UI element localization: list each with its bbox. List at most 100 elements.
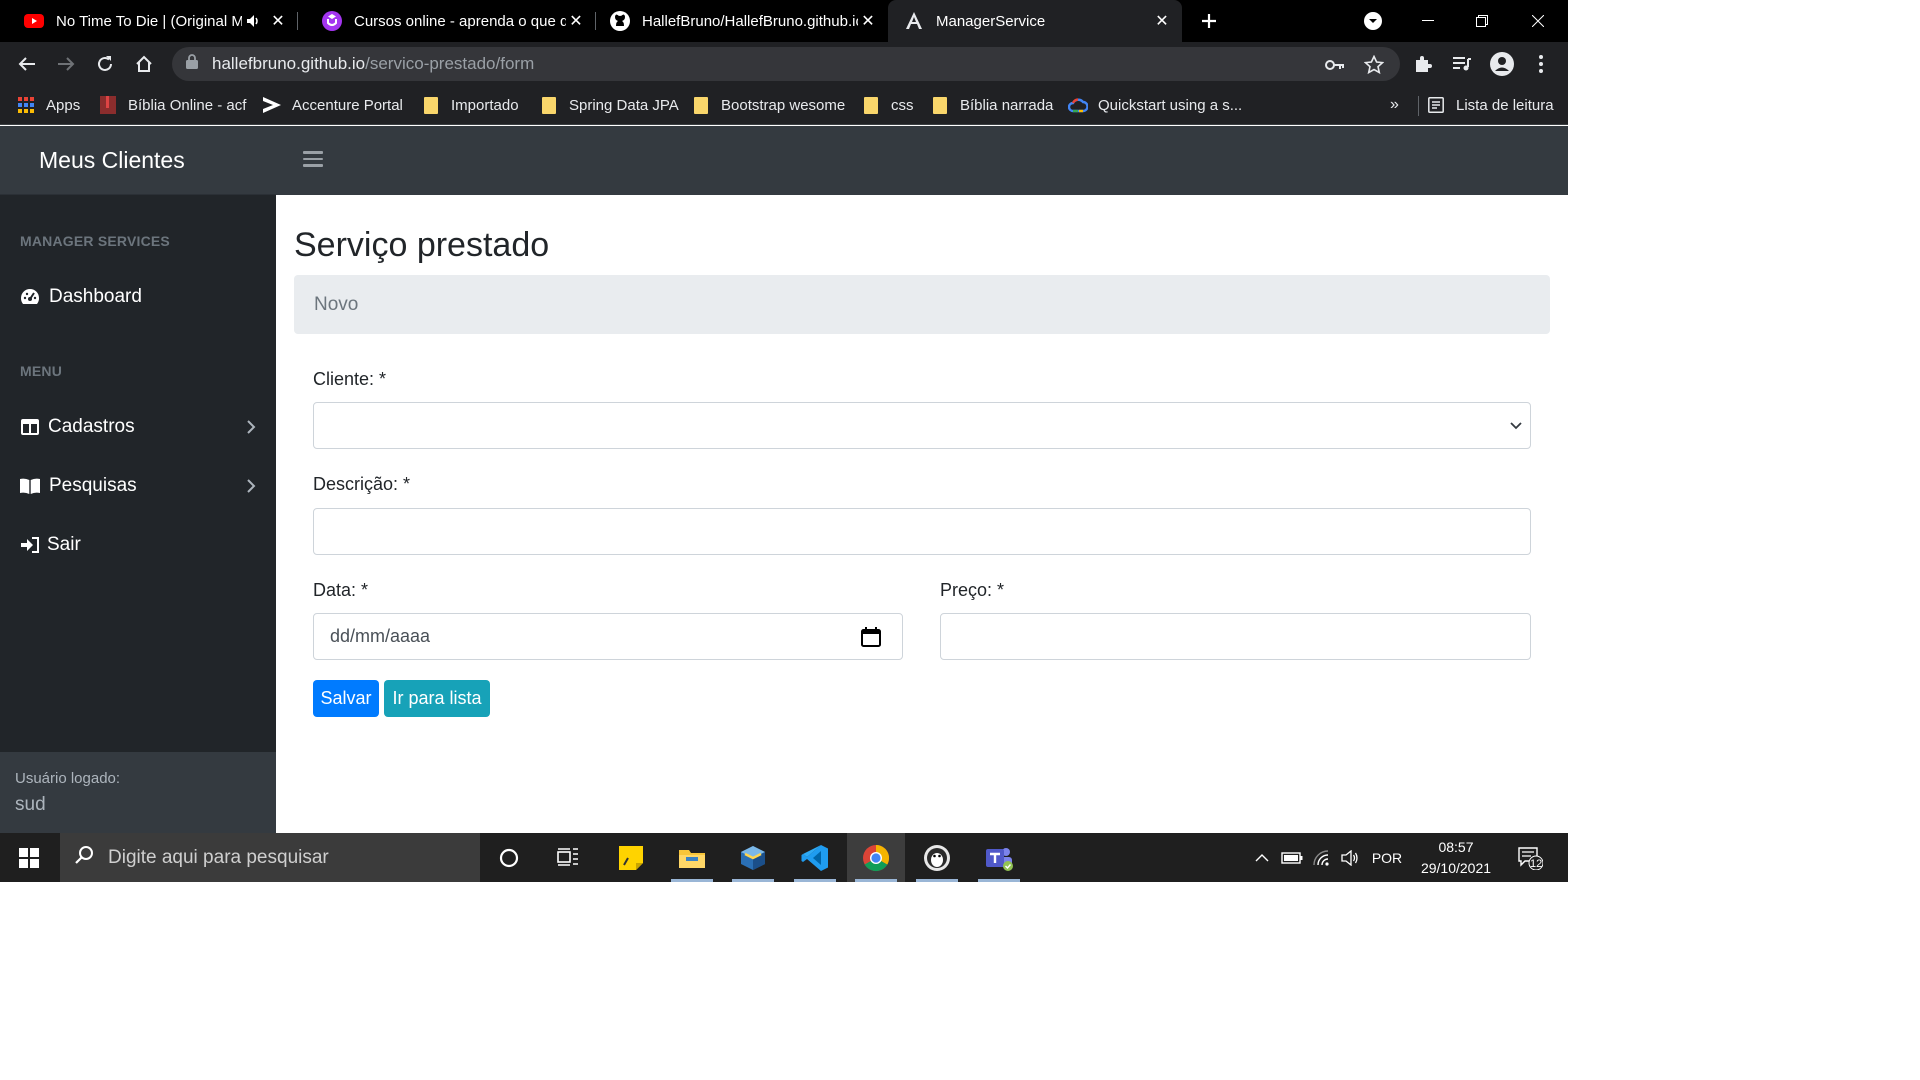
network-button[interactable]	[1310, 833, 1334, 882]
close-tab-icon[interactable]: ✕	[268, 11, 288, 31]
forward-button[interactable]	[51, 49, 81, 79]
bookmark-label: Apps	[46, 96, 81, 114]
windows-start-button[interactable]	[0, 833, 58, 882]
close-tab-icon[interactable]: ✕	[858, 11, 878, 31]
back-button[interactable]	[12, 49, 42, 79]
bookmark-star-icon[interactable]	[1363, 54, 1385, 76]
volume-button[interactable]	[1338, 833, 1362, 882]
sign-in-icon	[20, 535, 40, 555]
sidebar-toggle-icon[interactable]	[303, 151, 323, 169]
taskbar-sticky-notes[interactable]	[602, 833, 660, 882]
taskbar-search-box[interactable]: Digite aqui para pesquisar	[60, 833, 480, 882]
reload-button[interactable]	[90, 49, 120, 79]
udemy-icon	[322, 11, 342, 31]
bookmark-accenture[interactable]: Accenture Portal	[262, 94, 403, 116]
app-running-indicator	[855, 879, 897, 882]
youtube-icon	[24, 11, 44, 31]
battery-button[interactable]	[1279, 833, 1305, 882]
speaker-icon	[1341, 849, 1358, 866]
cliente-select[interactable]	[313, 402, 1531, 449]
bookmark-folder-spring[interactable]: Spring Data JPA	[541, 94, 679, 116]
taskbar-teams[interactable]	[970, 833, 1028, 882]
sidebar-item-label: Pesquisas	[49, 475, 137, 496]
close-tab-icon[interactable]: ✕	[566, 11, 586, 31]
new-tab-button[interactable]	[1196, 8, 1222, 34]
sidebar-item-sair[interactable]: Sair	[20, 530, 260, 560]
chrome-icon	[863, 844, 890, 871]
sidebar-item-cadastros[interactable]: Cadastros	[20, 412, 260, 442]
audio-playing-icon[interactable]	[246, 11, 262, 31]
vscode-icon	[801, 844, 828, 871]
bookmark-label: Quickstart using a s...	[1098, 96, 1243, 114]
browser-menu-icon[interactable]	[1528, 51, 1554, 77]
tab-title: HallefBruno/HallefBruno.github.io	[642, 12, 858, 30]
bookmark-folder-importado[interactable]: Importado	[423, 94, 519, 116]
descricao-input[interactable]	[313, 508, 1531, 555]
taskbar-eclipse-app[interactable]	[908, 833, 966, 882]
bookmarks-overflow-button[interactable]: »	[1390, 94, 1399, 116]
breadcrumb-item: Novo	[314, 293, 359, 315]
clock-date: 29/10/2021	[1420, 860, 1492, 876]
reading-list-button[interactable]: Lista de leitura	[1428, 94, 1554, 116]
tab-search-button[interactable]	[1347, 0, 1399, 42]
page-title: Serviço prestado	[294, 226, 550, 264]
tab-title: Cursos online - aprenda o que qu	[354, 12, 566, 30]
logged-user-label: Usuário logado:	[15, 770, 121, 787]
logged-user-name: sud	[15, 794, 46, 815]
calendar-icon[interactable]	[860, 626, 882, 648]
app-running-indicator	[732, 879, 774, 882]
lock-icon[interactable]	[186, 54, 198, 74]
input-language-button[interactable]: POR	[1366, 833, 1408, 882]
taskbar-file-explorer[interactable]	[663, 833, 721, 882]
sidebar-item-dashboard[interactable]: Dashboard	[20, 282, 260, 312]
tab-udemy[interactable]: Cursos online - aprenda o que qu ✕	[298, 0, 596, 42]
bible-book-icon	[100, 96, 116, 114]
action-center-button[interactable]: 12	[1508, 833, 1552, 882]
close-tab-icon[interactable]: ✕	[1152, 11, 1172, 31]
bookmark-folder-bootstrap[interactable]: Bootstrap wesome	[693, 94, 845, 116]
chevron-right-icon	[247, 479, 256, 493]
show-hidden-icons-button[interactable]	[1250, 833, 1274, 882]
bookmark-folder-css[interactable]: css	[863, 94, 914, 116]
media-control-icon[interactable]	[1449, 51, 1475, 77]
bookmark-biblia-online[interactable]: Bíblia Online - acf	[100, 94, 246, 116]
browser-tab-strip: No Time To Die | (Original Mo ✕ Cursos o…	[0, 0, 1568, 42]
bookmark-label: Bíblia narrada	[960, 96, 1054, 114]
tab-github[interactable]: HallefBruno/HallefBruno.github.io ✕	[596, 0, 888, 42]
ir-para-lista-button[interactable]: Ir para lista	[384, 680, 490, 717]
taskbar-virtualbox[interactable]	[724, 833, 782, 882]
sidebar-item-label: Dashboard	[49, 286, 142, 307]
taskbar-chrome[interactable]	[847, 833, 905, 882]
profile-avatar-icon[interactable]	[1489, 51, 1515, 77]
folder-icon	[423, 96, 439, 114]
taskbar-vscode[interactable]	[786, 833, 844, 882]
tab-youtube[interactable]: No Time To Die | (Original Mo ✕	[0, 0, 298, 42]
url-text[interactable]: hallefbruno.github.io/servico-prestado/f…	[212, 54, 534, 74]
cortana-button[interactable]	[480, 833, 538, 882]
angular-icon	[904, 11, 924, 31]
close-window-button[interactable]	[1512, 0, 1564, 42]
bookmark-quickstart[interactable]: Quickstart using a s...	[1068, 94, 1242, 116]
address-bar[interactable]: hallefbruno.github.io/servico-prestado/f…	[172, 47, 1400, 81]
app-brand[interactable]: Meus Clientes	[0, 126, 276, 195]
salvar-button[interactable]: Salvar	[313, 680, 379, 717]
bookmark-folder-biblia-narrada[interactable]: Bíblia narrada	[932, 94, 1053, 116]
book-open-icon	[20, 476, 40, 496]
home-button[interactable]	[129, 49, 159, 79]
restore-window-button[interactable]	[1456, 0, 1508, 42]
reading-list-label: Lista de leitura	[1456, 96, 1554, 114]
task-view-button[interactable]	[539, 833, 597, 882]
virtualbox-cube-icon	[741, 845, 765, 870]
data-date-input[interactable]: dd/mm/aaaa	[313, 613, 903, 660]
tab-managerservice[interactable]: ManagerService ✕	[888, 0, 1182, 42]
clock-time: 08:57	[1438, 839, 1474, 855]
date-placeholder: dd/mm/aaaa	[330, 626, 431, 646]
extensions-icon[interactable]	[1410, 51, 1436, 77]
sidebar-item-pesquisas[interactable]: Pesquisas	[20, 471, 260, 501]
key-icon[interactable]	[1324, 54, 1346, 76]
preco-input[interactable]	[940, 613, 1531, 660]
taskbar-clock[interactable]: 08:57 29/10/2021	[1410, 837, 1502, 879]
app-navbar: Meus Clientes	[0, 126, 1568, 195]
minimize-window-button[interactable]	[1402, 0, 1454, 42]
bookmark-apps[interactable]: Apps	[18, 94, 80, 116]
